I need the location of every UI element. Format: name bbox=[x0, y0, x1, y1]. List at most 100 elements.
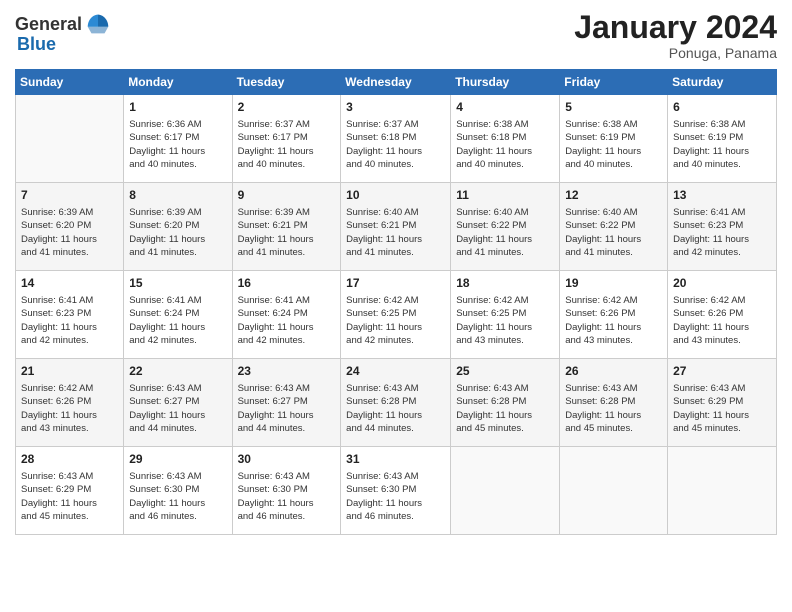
logo-general-text: General bbox=[15, 14, 82, 35]
day-number: 8 bbox=[129, 187, 226, 204]
cell-info: Sunrise: 6:43 AMSunset: 6:27 PMDaylight:… bbox=[238, 382, 336, 435]
cell-info: Sunrise: 6:43 AMSunset: 6:28 PMDaylight:… bbox=[565, 382, 662, 435]
calendar-week-row: 21 Sunrise: 6:42 AMSunset: 6:26 PMDayligh… bbox=[16, 359, 777, 447]
day-number: 3 bbox=[346, 99, 445, 116]
table-row: 18 Sunrise: 6:42 AMSunset: 6:25 PMDayligh… bbox=[451, 271, 560, 359]
cell-info: Sunrise: 6:43 AMSunset: 6:28 PMDaylight:… bbox=[456, 382, 554, 435]
day-number: 10 bbox=[346, 187, 445, 204]
cell-info: Sunrise: 6:40 AMSunset: 6:22 PMDaylight:… bbox=[565, 206, 662, 259]
header-row: Sunday Monday Tuesday Wednesday Thursday… bbox=[16, 70, 777, 95]
table-row: 2 Sunrise: 6:37 AMSunset: 6:17 PMDaylight… bbox=[232, 95, 341, 183]
cell-info: Sunrise: 6:36 AMSunset: 6:17 PMDaylight:… bbox=[129, 118, 226, 171]
table-row: 29 Sunrise: 6:43 AMSunset: 6:30 PMDayligh… bbox=[124, 447, 232, 535]
cell-info: Sunrise: 6:41 AMSunset: 6:24 PMDaylight:… bbox=[238, 294, 336, 347]
day-number: 6 bbox=[673, 99, 771, 116]
day-number: 13 bbox=[673, 187, 771, 204]
logo-blue-text: Blue bbox=[17, 34, 56, 55]
table-row: 9Sunrise: 6:39 AMSunset: 6:21 PMDaylight… bbox=[232, 183, 341, 271]
table-row: 8 Sunrise: 6:39 AMSunset: 6:20 PMDaylight… bbox=[124, 183, 232, 271]
table-row: 6 Sunrise: 6:38 AMSunset: 6:19 PMDaylight… bbox=[668, 95, 777, 183]
table-row: 23 Sunrise: 6:43 AMSunset: 6:27 PMDayligh… bbox=[232, 359, 341, 447]
day-number: 23 bbox=[238, 363, 336, 380]
day-number: 30 bbox=[238, 451, 336, 468]
cell-info: Sunrise: 6:42 AMSunset: 6:26 PMDaylight:… bbox=[565, 294, 662, 347]
cell-info: Sunrise: 6:41 AMSunset: 6:24 PMDaylight:… bbox=[129, 294, 226, 347]
day-number: 29 bbox=[129, 451, 226, 468]
table-row: 11 Sunrise: 6:40 AMSunset: 6:22 PMDayligh… bbox=[451, 183, 560, 271]
cell-info: Sunrise: 6:39 AMSunset: 6:20 PMDaylight:… bbox=[129, 206, 226, 259]
table-row: 30 Sunrise: 6:43 AMSunset: 6:30 PMDayligh… bbox=[232, 447, 341, 535]
cell-info: Sunrise: 6:41 AMSunset: 6:23 PMDaylight:… bbox=[673, 206, 771, 259]
month-title: January 2024 bbox=[574, 10, 777, 45]
day-number: 4 bbox=[456, 99, 554, 116]
cell-info: Sunrise: 6:43 AMSunset: 6:30 PMDaylight:… bbox=[129, 470, 226, 523]
day-number: 15 bbox=[129, 275, 226, 292]
calendar-week-row: 28 Sunrise: 6:43 AMSunset: 6:29 PMDayligh… bbox=[16, 447, 777, 535]
cell-info: Sunrise: 6:39 AMSunset: 6:21 PMDaylight:… bbox=[238, 206, 336, 259]
table-row: 21 Sunrise: 6:42 AMSunset: 6:26 PMDayligh… bbox=[16, 359, 124, 447]
col-wednesday: Wednesday bbox=[341, 70, 451, 95]
table-row bbox=[560, 447, 668, 535]
calendar-table: Sunday Monday Tuesday Wednesday Thursday… bbox=[15, 69, 777, 535]
day-number: 14 bbox=[21, 275, 118, 292]
day-number: 19 bbox=[565, 275, 662, 292]
table-row: 14 Sunrise: 6:41 AMSunset: 6:23 PMDayligh… bbox=[16, 271, 124, 359]
table-row: 19 Sunrise: 6:42 AMSunset: 6:26 PMDayligh… bbox=[560, 271, 668, 359]
cell-info: Sunrise: 6:43 AMSunset: 6:29 PMDaylight:… bbox=[21, 470, 118, 523]
col-saturday: Saturday bbox=[668, 70, 777, 95]
cell-info: Sunrise: 6:43 AMSunset: 6:30 PMDaylight:… bbox=[238, 470, 336, 523]
col-tuesday: Tuesday bbox=[232, 70, 341, 95]
table-row bbox=[451, 447, 560, 535]
day-number: 5 bbox=[565, 99, 662, 116]
logo: General Blue bbox=[15, 10, 112, 55]
day-number: 18 bbox=[456, 275, 554, 292]
day-number: 2 bbox=[238, 99, 336, 116]
calendar-week-row: 7Sunrise: 6:39 AMSunset: 6:20 PMDaylight… bbox=[16, 183, 777, 271]
table-row bbox=[16, 95, 124, 183]
cell-info: Sunrise: 6:40 AMSunset: 6:21 PMDaylight:… bbox=[346, 206, 445, 259]
cell-info: Sunrise: 6:42 AMSunset: 6:26 PMDaylight:… bbox=[21, 382, 118, 435]
calendar-week-row: 14 Sunrise: 6:41 AMSunset: 6:23 PMDayligh… bbox=[16, 271, 777, 359]
table-row: 4 Sunrise: 6:38 AMSunset: 6:18 PMDaylight… bbox=[451, 95, 560, 183]
header: General Blue January 2024 Ponuga, Panama bbox=[15, 10, 777, 61]
cell-info: Sunrise: 6:37 AMSunset: 6:18 PMDaylight:… bbox=[346, 118, 445, 171]
col-monday: Monday bbox=[124, 70, 232, 95]
day-number: 21 bbox=[21, 363, 118, 380]
calendar-week-row: 1 Sunrise: 6:36 AMSunset: 6:17 PMDaylight… bbox=[16, 95, 777, 183]
day-number: 1 bbox=[129, 99, 226, 116]
cell-info: Sunrise: 6:38 AMSunset: 6:18 PMDaylight:… bbox=[456, 118, 554, 171]
table-row: 1 Sunrise: 6:36 AMSunset: 6:17 PMDaylight… bbox=[124, 95, 232, 183]
day-number: 12 bbox=[565, 187, 662, 204]
cell-info: Sunrise: 6:43 AMSunset: 6:29 PMDaylight:… bbox=[673, 382, 771, 435]
day-number: 26 bbox=[565, 363, 662, 380]
table-row bbox=[668, 447, 777, 535]
page: General Blue January 2024 Ponuga, Panama… bbox=[0, 0, 792, 612]
table-row: 15 Sunrise: 6:41 AMSunset: 6:24 PMDayligh… bbox=[124, 271, 232, 359]
col-sunday: Sunday bbox=[16, 70, 124, 95]
day-number: 11 bbox=[456, 187, 554, 204]
day-number: 16 bbox=[238, 275, 336, 292]
table-row: 28 Sunrise: 6:43 AMSunset: 6:29 PMDayligh… bbox=[16, 447, 124, 535]
col-friday: Friday bbox=[560, 70, 668, 95]
table-row: 5Sunrise: 6:38 AMSunset: 6:19 PMDaylight… bbox=[560, 95, 668, 183]
cell-info: Sunrise: 6:43 AMSunset: 6:27 PMDaylight:… bbox=[129, 382, 226, 435]
day-number: 24 bbox=[346, 363, 445, 380]
table-row: 24 Sunrise: 6:43 AMSunset: 6:28 PMDayligh… bbox=[341, 359, 451, 447]
day-number: 25 bbox=[456, 363, 554, 380]
cell-info: Sunrise: 6:43 AMSunset: 6:30 PMDaylight:… bbox=[346, 470, 445, 523]
day-number: 17 bbox=[346, 275, 445, 292]
table-row: 22Sunrise: 6:43 AMSunset: 6:27 PMDayligh… bbox=[124, 359, 232, 447]
cell-info: Sunrise: 6:43 AMSunset: 6:28 PMDaylight:… bbox=[346, 382, 445, 435]
table-row: 25 Sunrise: 6:43 AMSunset: 6:28 PMDayligh… bbox=[451, 359, 560, 447]
cell-info: Sunrise: 6:42 AMSunset: 6:25 PMDaylight:… bbox=[346, 294, 445, 347]
day-number: 20 bbox=[673, 275, 771, 292]
cell-info: Sunrise: 6:42 AMSunset: 6:25 PMDaylight:… bbox=[456, 294, 554, 347]
cell-info: Sunrise: 6:38 AMSunset: 6:19 PMDaylight:… bbox=[673, 118, 771, 171]
day-number: 28 bbox=[21, 451, 118, 468]
cell-info: Sunrise: 6:40 AMSunset: 6:22 PMDaylight:… bbox=[456, 206, 554, 259]
col-thursday: Thursday bbox=[451, 70, 560, 95]
title-block: January 2024 Ponuga, Panama bbox=[574, 10, 777, 61]
cell-info: Sunrise: 6:42 AMSunset: 6:26 PMDaylight:… bbox=[673, 294, 771, 347]
cell-info: Sunrise: 6:41 AMSunset: 6:23 PMDaylight:… bbox=[21, 294, 118, 347]
cell-info: Sunrise: 6:37 AMSunset: 6:17 PMDaylight:… bbox=[238, 118, 336, 171]
